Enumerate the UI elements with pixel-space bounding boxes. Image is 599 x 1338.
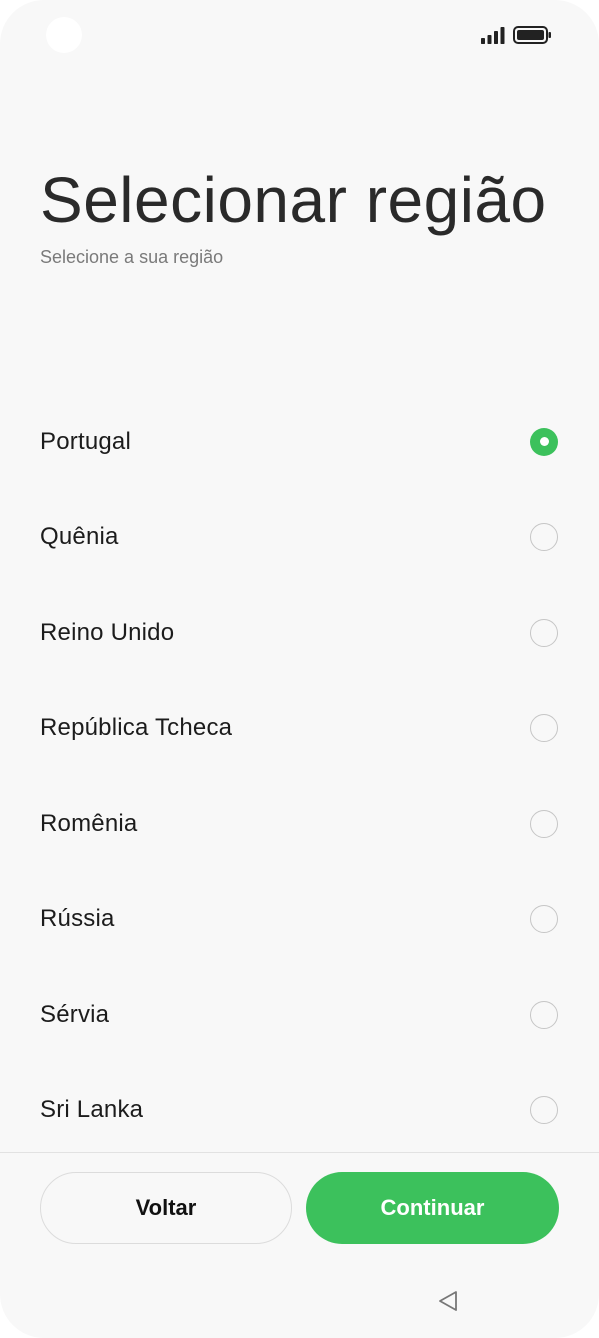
radio-button[interactable] [530, 618, 558, 647]
radio-button[interactable] [530, 1096, 558, 1125]
region-item-russia[interactable]: Rússia [0, 872, 599, 968]
region-item-reino-unido[interactable]: Reino Unido [0, 585, 599, 681]
region-item-servia[interactable]: Sérvia [0, 967, 599, 1063]
page-subtitle: Selecione a sua região [40, 247, 224, 267]
radio-button[interactable] [530, 905, 558, 934]
region-list: Portugal Quênia Reino Unido República Tc… [0, 394, 599, 1158]
footer-divider [0, 1152, 599, 1153]
region-item-romenia[interactable]: Romênia [0, 776, 599, 872]
radio-button[interactable] [530, 714, 558, 743]
radio-button[interactable] [530, 1000, 558, 1029]
radio-button-selected[interactable] [530, 427, 558, 456]
region-item-sri-lanka[interactable]: Sri Lanka [0, 1063, 599, 1159]
triangle-left-icon[interactable] [437, 1289, 459, 1313]
region-label: Reino Unido [40, 618, 175, 646]
region-label: Romênia [40, 809, 138, 837]
signal-icon [481, 27, 505, 44]
region-label: Portugal [40, 427, 131, 455]
region-item-quenia[interactable]: Quênia [0, 490, 599, 586]
region-label: Sérvia [40, 1000, 110, 1028]
region-label: Rússia [40, 905, 115, 933]
region-label: República Tcheca [40, 714, 233, 742]
page-title: Selecionar região [40, 164, 547, 236]
region-item-republica-tcheca[interactable]: República Tcheca [0, 681, 599, 777]
battery-icon [513, 26, 551, 44]
status-bar [0, 0, 599, 72]
back-button[interactable]: Voltar [40, 1172, 292, 1244]
radio-button[interactable] [530, 523, 558, 552]
camera-cutout [46, 17, 82, 53]
radio-button[interactable] [530, 809, 558, 838]
region-item-portugal[interactable]: Portugal [0, 394, 599, 490]
region-selection-screen: Selecionar região Selecione a sua região… [0, 0, 599, 1338]
continue-button[interactable]: Continuar [306, 1172, 559, 1244]
region-label: Sri Lanka [40, 1096, 144, 1124]
region-label: Quênia [40, 523, 119, 551]
